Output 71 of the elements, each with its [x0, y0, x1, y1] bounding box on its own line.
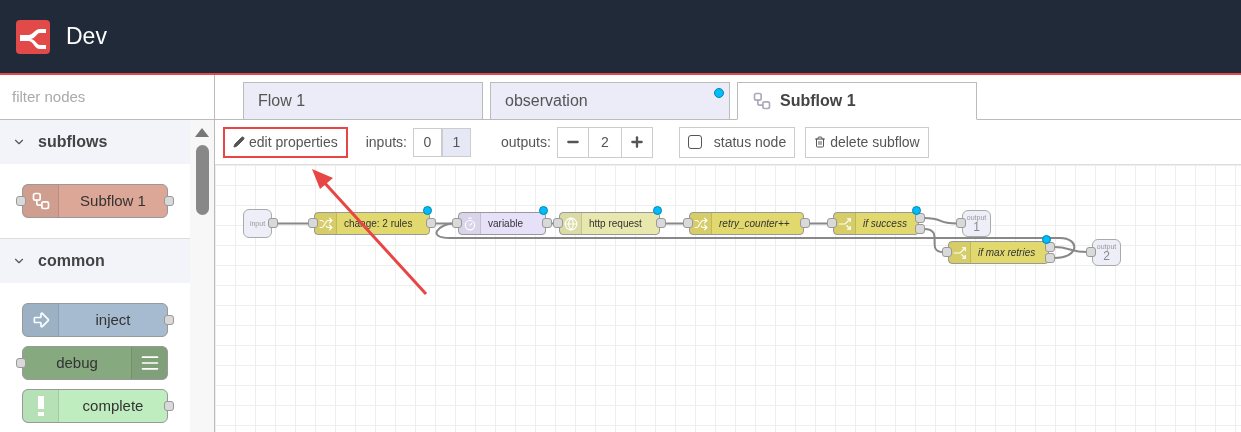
node-label: variable [487, 217, 524, 231]
port-handle[interactable] [915, 213, 925, 223]
port-handle[interactable] [1045, 242, 1055, 252]
split-icon [952, 245, 967, 260]
delete-subflow-button[interactable]: delete subflow [805, 126, 929, 158]
port-handle[interactable] [164, 196, 174, 206]
port-handle[interactable] [1045, 253, 1055, 263]
filter-field[interactable]: filter nodes [12, 85, 211, 109]
increment-button[interactable] [620, 126, 653, 158]
pencil-icon [233, 136, 245, 148]
exclamation-icon [36, 396, 45, 416]
trash-icon [814, 136, 827, 148]
port-handle[interactable] [452, 218, 462, 228]
port-handle[interactable] [268, 218, 278, 228]
app-title: Dev [66, 22, 107, 52]
logo-icon [16, 19, 50, 54]
port-handle[interactable] [16, 358, 26, 368]
shuffle-icon [318, 216, 333, 231]
port-handle[interactable] [164, 315, 174, 325]
port-handle[interactable] [1086, 247, 1096, 257]
category-header[interactable]: subflows [0, 120, 190, 164]
port-handle[interactable] [656, 218, 666, 228]
port-handle[interactable] [915, 224, 925, 234]
outputs-field[interactable]: 2 [588, 126, 621, 158]
checkbox[interactable] [687, 135, 702, 149]
plus-icon [628, 134, 645, 150]
inputs-option[interactable]: 0 [412, 127, 442, 157]
decrement-button[interactable] [556, 126, 589, 158]
flow-tab[interactable]: Flow 1 [243, 82, 483, 119]
port-handle[interactable] [827, 218, 837, 228]
status-node-toggle[interactable]: status node [678, 126, 796, 158]
port-handle[interactable] [942, 247, 952, 257]
node-label: if max retries [977, 246, 1036, 260]
globe-icon [563, 216, 578, 231]
node-label: if success [862, 217, 907, 231]
flow-node[interactable]: variable [458, 212, 546, 235]
flow-tab[interactable]: Subflow 1 [737, 82, 977, 120]
port-handle[interactable] [426, 218, 436, 228]
list-icon [139, 353, 160, 373]
palette-node[interactable]: Subflow 1 [22, 184, 168, 218]
node-label: http request [588, 217, 642, 231]
wire [276, 222, 310, 225]
flow-tab[interactable]: observation [490, 82, 730, 119]
shuffle-icon [693, 216, 708, 231]
port-handle[interactable] [800, 218, 810, 228]
inputs-option[interactable]: 1 [441, 127, 471, 157]
flow-node[interactable]: if max retries [948, 241, 1049, 264]
port-handle[interactable] [16, 196, 26, 206]
palette-node[interactable]: inject [22, 303, 168, 337]
category-header[interactable]: common [0, 239, 190, 283]
split-icon [837, 216, 852, 231]
subflow-icon [752, 91, 772, 111]
edit-properties-button[interactable]: edit properties [223, 126, 348, 158]
node-label: retry_counter++ [718, 217, 790, 231]
timer-icon [462, 216, 477, 231]
scrollbar-thumb[interactable] [195, 145, 209, 215]
flow-node[interactable]: http request [559, 212, 660, 235]
category-label: subflows [38, 132, 108, 152]
port-handle[interactable] [956, 218, 966, 228]
port-handle[interactable] [683, 218, 693, 228]
outputs-label: outputs: [500, 132, 551, 152]
inputs-label: inputs: [365, 132, 407, 152]
palette-node[interactable]: complete [22, 389, 168, 423]
subflow-icon [30, 191, 51, 211]
palette-node[interactable]: debug [22, 346, 168, 380]
flow-node[interactable]: if success [833, 212, 919, 235]
scroll-up-icon[interactable] [195, 128, 209, 137]
port-handle[interactable] [164, 401, 174, 411]
category-label: common [38, 251, 105, 271]
flow-node[interactable]: retry_counter++ [689, 212, 804, 235]
port-handle[interactable] [308, 218, 318, 228]
